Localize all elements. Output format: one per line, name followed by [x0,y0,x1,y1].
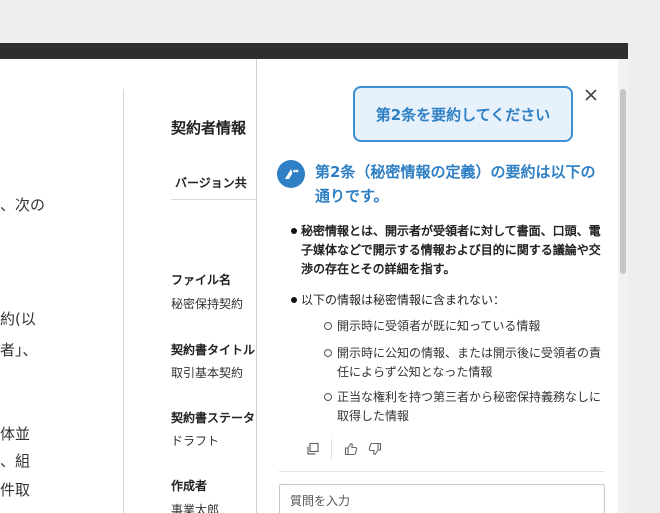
assistant-panel: 第2条を要約してください 第2条（秘密情報の定義）の要約は以下の通りです。 秘密… [256,59,628,513]
scrollbar-thumb[interactable] [620,89,626,274]
user-message-bubble: 第2条を要約してください [353,86,573,142]
assistant-avatar-icon [277,160,305,188]
thumbs-down-icon[interactable] [367,441,383,457]
field-value-contract-title: 取引基本契約 [171,366,244,380]
document-pane: 、次の 約(以 者」、 体並 、組 件取 [0,89,124,513]
field-label-author: 作成者 [171,479,208,493]
document-line: 、組 [0,452,31,470]
tab-divider [171,199,256,200]
window-top-bar [0,43,628,59]
document-line: 、次の [0,196,46,214]
document-line: 件取 [0,481,31,499]
tab-version-share[interactable]: バージョン共 [175,174,247,191]
document-line: 約(以 [0,310,36,328]
question-input[interactable] [279,484,605,513]
thumbs-up-icon[interactable] [343,441,359,457]
copy-icon[interactable] [305,441,321,457]
answer-bullet: 秘密情報とは、開示者が受領者に対して書面、口頭、電子媒体などで開示する情報および… [291,222,601,279]
field-value-contract-status: ドラフト [171,434,220,448]
answer-sub-bullet: 正当な権利を持つ第三者から秘密保持義務なしに取得した情報 [324,388,607,426]
document-line: 者」、 [0,341,38,359]
contract-info-pane: 契約者情報 バージョン共 ファイル名 秘密保持契約 契約書タイトル 取引基本契約… [124,59,256,513]
field-label-file-name: ファイル名 [171,273,232,287]
field-value-file-name: 秘密保持契約 [171,297,244,311]
answer-divider [279,471,605,472]
field-label-contract-status: 契約書ステータ [171,411,256,425]
answer-sub-bullet: 開示時に公知の情報、または開示後に受領者の責任によらず公知となった情報 [324,344,607,382]
field-label-contract-title: 契約書タイトル [171,343,256,357]
answer-bullet: 以下の情報は秘密情報に含まれない： [291,291,601,310]
contract-info-title: 契約者情報 [171,119,247,137]
field-value-author: 事業太郎 [171,503,220,513]
answer-sub-bullet: 開示時に受領者が既に知っている情報 [324,317,607,336]
scrollbar[interactable] [618,59,628,513]
close-icon[interactable] [583,87,599,103]
assistant-logo-icon [285,169,299,179]
document-line: 体並 [0,425,31,443]
app-window: 、次の 約(以 者」、 体並 、組 件取 契約者情報 バージョン共 ファイル名 … [0,59,628,513]
answer-heading: 第2条（秘密情報の定義）の要約は以下の通りです。 [315,163,596,205]
action-divider [331,439,332,459]
screen: 、次の 約(以 者」、 体並 、組 件取 契約者情報 バージョン共 ファイル名 … [0,0,660,513]
